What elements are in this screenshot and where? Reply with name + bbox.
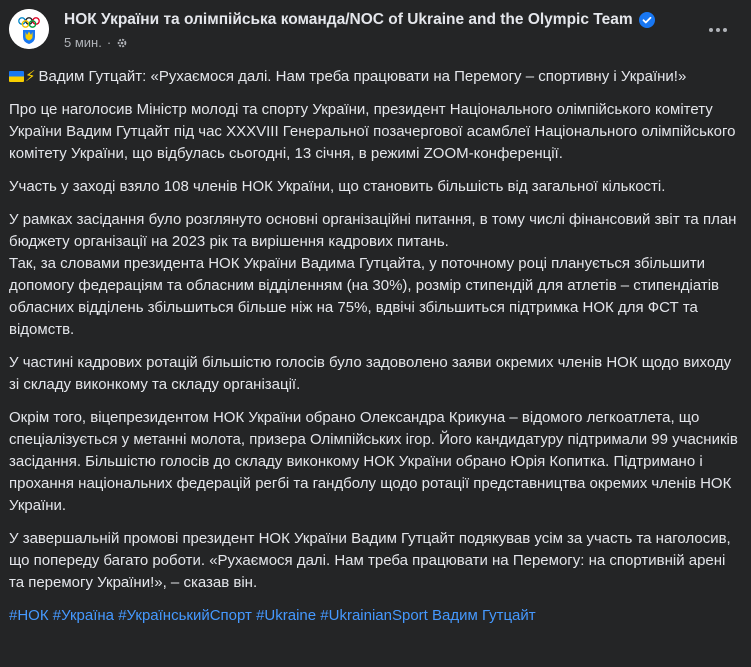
dot-1 xyxy=(709,28,713,32)
hashtag-link[interactable]: #UkrainianSport xyxy=(320,607,428,624)
ukraine-flag-icon xyxy=(9,71,24,82)
post-paragraph: Про це наголосив Міністр молоді та спорт… xyxy=(9,101,736,162)
post-paragraph: Окрім того, віцепрезидентом НОК України … xyxy=(9,409,738,514)
page-avatar[interactable] xyxy=(9,9,49,49)
hashtag-list: #НОК #Україна #УкраїнськийСпорт #Ukraine… xyxy=(9,605,743,627)
noc-ukraine-logo-icon xyxy=(9,9,49,49)
dot-2 xyxy=(716,28,720,32)
post-title-text: Вадим Гутцайт: «Рухаємося далі. Нам треб… xyxy=(38,68,687,85)
post-paragraph: Так, за словами президента НОК України В… xyxy=(9,255,720,338)
facebook-post: НОК України та олімпійська команда/NOC o… xyxy=(0,0,751,667)
verified-badge-icon xyxy=(638,12,655,28)
post-timestamp[interactable]: 5 мин. xyxy=(64,35,102,50)
meta-separator: · xyxy=(106,35,112,50)
post-paragraph: У рамках засідання було розглянуто основ… xyxy=(9,211,737,250)
post-paragraph: Участь у заході взяло 108 членів НОК Укр… xyxy=(9,178,666,195)
post-content: ⚡ Вадим Гутцайт: «Рухаємося далі. Нам тре… xyxy=(9,66,743,638)
hashtag-link[interactable]: #НОК xyxy=(9,607,49,624)
hashtag-link[interactable]: #Україна xyxy=(53,607,114,624)
more-options-icon[interactable] xyxy=(704,16,732,44)
page-name-link[interactable]: НОК України та олімпійська команда/NOC o… xyxy=(64,11,633,29)
post-title: ⚡ Вадим Гутцайт: «Рухаємося далі. Нам тре… xyxy=(9,66,743,88)
lightning-icon: ⚡ xyxy=(25,68,36,85)
hashtag-link[interactable]: #УкраїнськийСпорт xyxy=(118,607,252,624)
post-paragraph: У частині кадрових ротацій більшістю гол… xyxy=(9,354,732,393)
gear-icon[interactable] xyxy=(116,37,128,49)
post-paragraph: У завершальній промові президент НОК Укр… xyxy=(9,530,731,591)
page-name-row: НОК України та олімпійська команда/NOC o… xyxy=(64,11,655,29)
post-header: НОК України та олімпійська команда/NOC o… xyxy=(0,0,751,62)
post-meta: 5 мин. · xyxy=(64,35,128,50)
dot-3 xyxy=(723,28,727,32)
person-tag-link[interactable]: Вадим Гутцайт xyxy=(432,607,536,624)
hashtag-link[interactable]: #Ukraine xyxy=(256,607,316,624)
